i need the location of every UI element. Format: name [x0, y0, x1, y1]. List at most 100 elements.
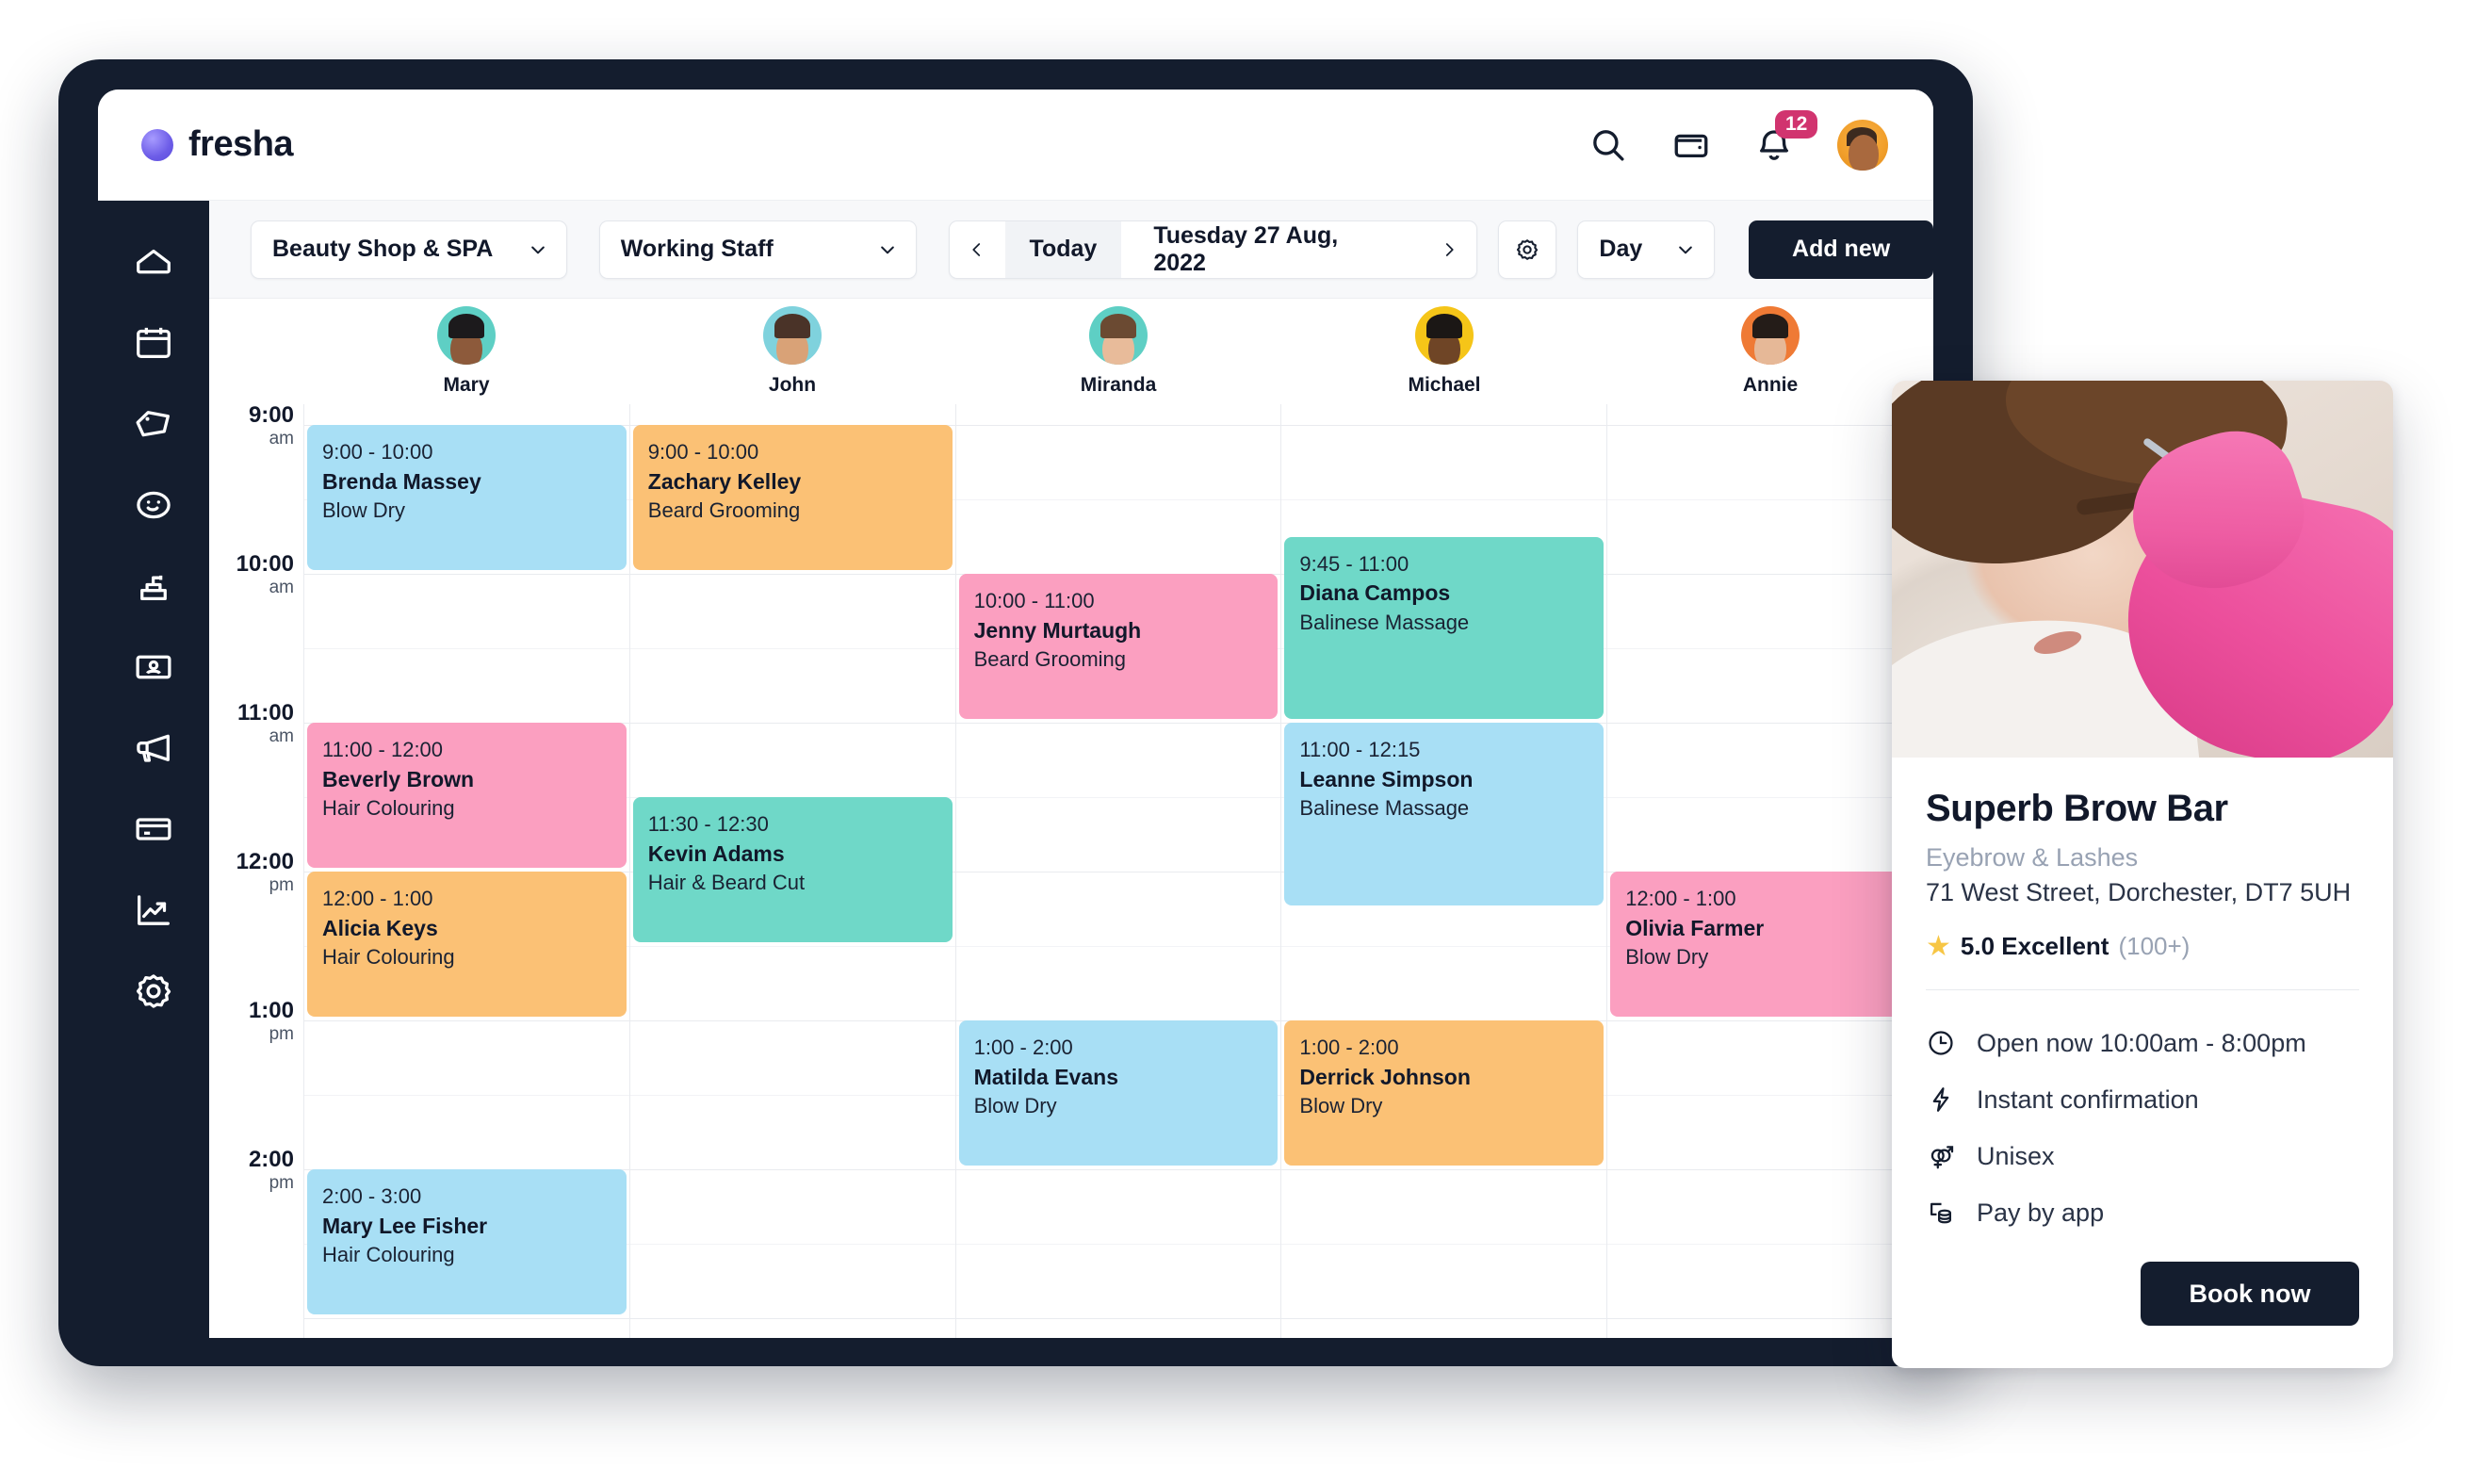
appointment-service: Hair Colouring	[322, 945, 455, 970]
book-now-button[interactable]: Book now	[2141, 1262, 2359, 1326]
staff-day-column[interactable]: 9:45 - 11:00 Diana Campos Balinese Massage…	[1280, 404, 1607, 1338]
time-label: 9:00 am	[249, 404, 294, 448]
appointment-card[interactable]: 9:45 - 11:00 Diana Campos Balinese Massage	[1284, 536, 1605, 719]
staff-column-header[interactable]: John	[629, 299, 955, 404]
staff-column-header[interactable]: Miranda	[955, 299, 1281, 404]
appointment-client: Kevin Adams	[647, 840, 785, 866]
appointment-card[interactable]: 11:00 - 12:15 Leanne Simpson Balinese Mass…	[1284, 723, 1605, 905]
staff-select-value: Working Staff	[620, 236, 774, 262]
time-hour: 1:00	[248, 998, 294, 1023]
business-name: Superb Brow Bar	[1926, 788, 2228, 829]
grid-line	[304, 1020, 629, 1021]
current-date-label: Tuesday 27 Aug, 2022	[1153, 221, 1339, 276]
pay-app-icon	[1926, 1198, 1956, 1228]
appointment-service: Blow Dry	[322, 498, 406, 523]
sidebar-item-products[interactable]	[132, 564, 175, 608]
prev-day-button[interactable]	[950, 221, 1004, 278]
staff-day-column[interactable]: 12:00 - 1:00 Olivia Farmer Blow Dry	[1606, 404, 1933, 1338]
calendar-area: Mary John Miranda Michael Annie 9:00 am 10:00 a…	[209, 299, 1933, 1338]
staff-name: Miranda	[1080, 374, 1157, 396]
appointment-client: Zachary Kelley	[647, 468, 802, 494]
grid-line	[1607, 1244, 1932, 1245]
appointment-card[interactable]: 9:00 - 10:00 Brenda Massey Blow Dry	[307, 425, 627, 570]
search-icon[interactable]	[1588, 125, 1628, 165]
grid-line	[629, 648, 955, 649]
feature-unisex: Unisex	[1926, 1128, 2359, 1184]
staff-header-row: Mary John Miranda Michael Annie	[209, 299, 1933, 404]
appointment-card[interactable]: 1:00 - 2:00 Derrick Johnson Blow Dry	[1284, 1020, 1605, 1166]
sidebar-item-reports[interactable]	[132, 889, 175, 932]
feature-pay-by-app: Pay by app	[1926, 1184, 2359, 1241]
grid-line	[955, 1169, 1281, 1170]
time-label: 12:00 pm	[236, 851, 294, 895]
sidebar-item-settings[interactable]	[132, 970, 175, 1013]
appointment-card[interactable]: 2:00 - 3:00 Mary Lee Fisher Hair Colouring	[307, 1169, 627, 1314]
notifications-button[interactable]: 12	[1754, 109, 1818, 165]
app-header: fresha 12	[98, 90, 1933, 201]
location-select[interactable]: Beauty Shop & SPA	[251, 220, 567, 279]
appointment-time: 10:00 - 11:00	[973, 589, 1095, 612]
calendar-toolbar: Beauty Shop & SPA Working Staff Today Tu…	[209, 201, 1933, 299]
add-new-button[interactable]: Add new	[1749, 220, 1933, 279]
grid-line	[629, 1169, 955, 1170]
grid-line	[955, 946, 1281, 947]
sidebar-item-team[interactable]	[132, 645, 175, 689]
staff-column-header[interactable]: Annie	[1607, 299, 1933, 404]
sidebar-item-tag[interactable]	[132, 402, 175, 446]
time-hour: 11:00	[236, 700, 294, 726]
staff-day-column[interactable]: 9:00 - 10:00 Zachary Kelley Beard Grooming…	[628, 404, 955, 1338]
appointment-card[interactable]: 11:30 - 12:30 Kevin Adams Hair & Beard Cut	[632, 797, 953, 942]
staff-column-header[interactable]: Michael	[1281, 299, 1607, 404]
user-avatar[interactable]	[1837, 119, 1888, 171]
chevron-down-icon	[529, 240, 547, 259]
sidebar-item-clients[interactable]	[132, 483, 175, 527]
rating-count: (100+)	[2118, 932, 2191, 960]
appointment-card[interactable]: 11:00 - 12:00 Beverly Brown Hair Colouring	[307, 723, 627, 868]
staff-column-header[interactable]: Mary	[303, 299, 629, 404]
appointment-card[interactable]: 12:00 - 1:00 Alicia Keys Hair Colouring	[307, 872, 627, 1017]
wallet-icon[interactable]	[1671, 125, 1711, 165]
appointment-card[interactable]: 12:00 - 1:00 Olivia Farmer Blow Dry	[1610, 872, 1930, 1017]
feature-label: Unisex	[1977, 1141, 2055, 1170]
sidebar-item-marketing[interactable]	[132, 726, 175, 770]
staff-day-column[interactable]: 9:00 - 10:00 Brenda Massey Blow Dry 11:00 -…	[303, 404, 629, 1338]
brand-logo[interactable]: fresha	[141, 124, 294, 165]
business-photo	[1892, 381, 2393, 758]
grid-line	[304, 1095, 629, 1096]
appointment-card[interactable]: 9:00 - 10:00 Zachary Kelley Beard Grooming	[632, 425, 953, 570]
calendar-settings-button[interactable]	[1497, 220, 1557, 279]
appointment-client: Alicia Keys	[322, 915, 438, 940]
appointment-time: 12:00 - 1:00	[1625, 887, 1736, 910]
grid-line	[1607, 1318, 1932, 1319]
appointment-client: Brenda Massey	[322, 468, 481, 494]
appointment-card[interactable]: 10:00 - 11:00 Jenny Murtaugh Beard Groomin…	[958, 574, 1279, 719]
appointment-card[interactable]: 1:00 - 2:00 Matilda Evans Blow Dry	[958, 1020, 1279, 1166]
appointment-service: Balinese Massage	[1299, 610, 1470, 634]
staff-select[interactable]: Working Staff	[598, 220, 918, 279]
today-button[interactable]: Today	[1004, 220, 1122, 278]
grid-line	[1607, 648, 1932, 649]
view-mode-select[interactable]: Day	[1577, 220, 1716, 279]
sidebar-item-home[interactable]	[132, 240, 175, 284]
time-hour: 10:00	[236, 551, 294, 577]
sidebar-item-calendar[interactable]	[132, 321, 175, 365]
appointment-time: 9:00 - 10:00	[647, 440, 759, 464]
appointment-service: Beard Grooming	[973, 647, 1127, 672]
header-actions: 12	[1588, 109, 1888, 171]
sidebar-item-payments[interactable]	[132, 807, 175, 851]
business-category: Eyebrow & Lashes	[1926, 843, 2139, 872]
staff-name: John	[768, 374, 817, 396]
staff-day-column[interactable]: 10:00 - 11:00 Jenny Murtaugh Beard Groomin…	[954, 404, 1281, 1338]
sidebar-nav	[98, 201, 209, 1338]
staff-avatar	[1089, 306, 1148, 365]
gear-icon	[1514, 236, 1540, 263]
grid-line	[1281, 1318, 1607, 1319]
next-day-button[interactable]	[1422, 221, 1476, 278]
staff-name: Mary	[443, 374, 490, 396]
staff-name: Michael	[1408, 374, 1481, 396]
time-label: 1:00 pm	[248, 998, 294, 1044]
time-meridiem: pm	[269, 875, 294, 895]
appointment-client: Diana Campos	[1299, 580, 1451, 606]
time-meridiem: pm	[269, 1024, 294, 1044]
grid-line	[629, 574, 955, 575]
